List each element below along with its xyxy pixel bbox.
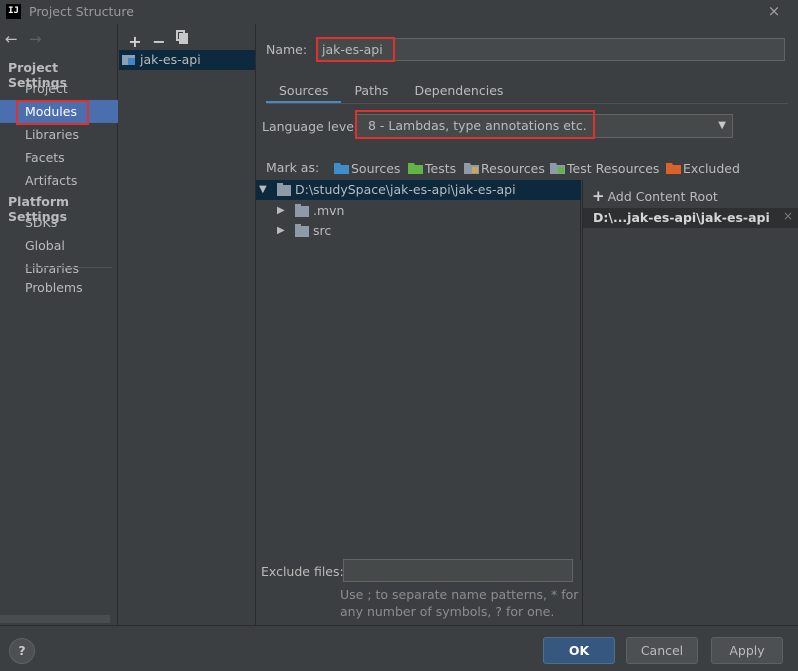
tree-root-label: D:\studySpace\jak-es-api\jak-es-api — [295, 182, 516, 197]
title-bar: IJ Project Structure × — [0, 0, 798, 24]
plus-icon: + — [592, 187, 605, 205]
nav-arrows: ← → — [5, 30, 47, 48]
name-highlight-box — [316, 37, 395, 62]
dialog-footer: ? OK Cancel Apply — [0, 625, 798, 671]
name-label: Name: — [266, 42, 308, 57]
exclude-files-label: Exclude files: — [261, 564, 344, 579]
tab-sources[interactable]: Sources — [266, 80, 342, 104]
test-resources-folder-icon — [550, 163, 565, 174]
module-tabs: Sources Paths Dependencies — [266, 80, 516, 104]
source-tree: ▼ D:\studySpace\jak-es-api\jak-es-api ▶ … — [256, 180, 581, 560]
mark-resources-label: Resources — [481, 161, 545, 176]
sidebar-item-problems[interactable]: Problems — [0, 276, 118, 299]
sidebar-item-sdks[interactable]: SDKs — [0, 211, 118, 234]
ok-button[interactable]: OK — [543, 637, 615, 664]
apply-button[interactable]: Apply — [711, 637, 783, 664]
mark-as-label: Mark as: — [266, 160, 320, 175]
content-root-label: D:\...jak-es-api\jak-es-api — [593, 210, 770, 225]
back-arrow-icon[interactable]: ← — [5, 30, 23, 48]
window-title: Project Structure — [29, 4, 134, 19]
mark-excluded-label: Excluded — [683, 161, 740, 176]
sources-folder-icon — [334, 163, 349, 174]
module-list-panel: + − jak-es-api — [119, 24, 256, 625]
resources-folder-icon — [464, 163, 479, 174]
exclude-hint-line-1: Use ; to separate name patterns, * for — [340, 587, 579, 602]
tree-item-label: .mvn — [313, 203, 345, 218]
cancel-button[interactable]: Cancel — [626, 637, 698, 664]
folder-icon — [295, 204, 309, 217]
language-level-highlight-box — [355, 110, 595, 139]
sidebar-item-project[interactable]: Project — [0, 77, 118, 100]
module-list-toolbar: + − — [125, 27, 193, 51]
copy-module-icon[interactable] — [173, 27, 193, 47]
tabs-divider — [266, 103, 788, 104]
exclude-files-hint: Use ; to separate name patterns, * for a… — [340, 586, 580, 620]
remove-content-root-icon[interactable]: × — [783, 209, 793, 223]
exclude-hint-line-2: any number of symbols, ? for one. — [340, 604, 555, 619]
tree-row-root[interactable]: ▼ D:\studySpace\jak-es-api\jak-es-api — [256, 180, 581, 200]
sidebar-item-artifacts[interactable]: Artifacts — [0, 169, 118, 192]
module-name: jak-es-api — [140, 52, 201, 67]
add-module-icon[interactable]: + — [125, 32, 145, 52]
module-editor: Name: jak-es-api Sources Paths Dependencie… — [256, 24, 798, 625]
expanded-arrow-icon[interactable]: ▼ — [259, 180, 267, 200]
language-level-label: Language level: — [262, 119, 362, 134]
modules-highlight-box — [16, 100, 89, 125]
collapsed-arrow-icon[interactable]: ▶ — [277, 201, 285, 221]
close-icon[interactable]: × — [766, 2, 782, 20]
module-list-item[interactable]: jak-es-api — [119, 50, 255, 70]
remove-module-icon[interactable]: − — [149, 32, 169, 52]
mark-sources-label: Sources — [351, 161, 401, 176]
intellij-app-icon: IJ — [6, 4, 21, 19]
tests-folder-icon — [408, 163, 423, 174]
add-content-root-button[interactable]: + Add Content Root — [592, 187, 718, 205]
tree-item-label: src — [313, 223, 332, 238]
collapsed-arrow-icon[interactable]: ▶ — [277, 221, 285, 241]
add-content-root-label: Add Content Root — [607, 189, 718, 204]
tab-paths[interactable]: Paths — [341, 80, 401, 104]
sidebar-divider — [24, 267, 112, 268]
module-folder-icon — [122, 53, 136, 65]
content-roots-panel: + Add Content Root D:\...jak-es-api\jak-e… — [582, 180, 798, 625]
mark-test-resources-label: Test Resources — [567, 161, 660, 176]
excluded-folder-icon — [666, 163, 681, 174]
tab-dependencies[interactable]: Dependencies — [401, 80, 516, 104]
sidebar-item-global-libraries[interactable]: Global Libraries — [0, 234, 118, 276]
folder-icon — [277, 183, 291, 196]
sidebar-item-facets[interactable]: Facets — [0, 146, 118, 169]
dropdown-caret-icon: ▼ — [718, 120, 726, 131]
content-root-row[interactable]: D:\...jak-es-api\jak-es-api × — [583, 208, 798, 228]
folder-icon — [295, 224, 309, 237]
sidebar-scrollbar[interactable] — [0, 615, 110, 623]
mark-tests-label: Tests — [425, 161, 457, 176]
exclude-files-input[interactable] — [343, 559, 573, 582]
tree-row-mvn[interactable]: ▶ .mvn — [256, 201, 581, 221]
sidebar-item-libraries[interactable]: Libraries — [0, 123, 118, 146]
tree-row-src[interactable]: ▶ src — [256, 221, 581, 241]
forward-arrow-icon[interactable]: → — [29, 30, 47, 48]
help-button[interactable]: ? — [9, 638, 35, 664]
